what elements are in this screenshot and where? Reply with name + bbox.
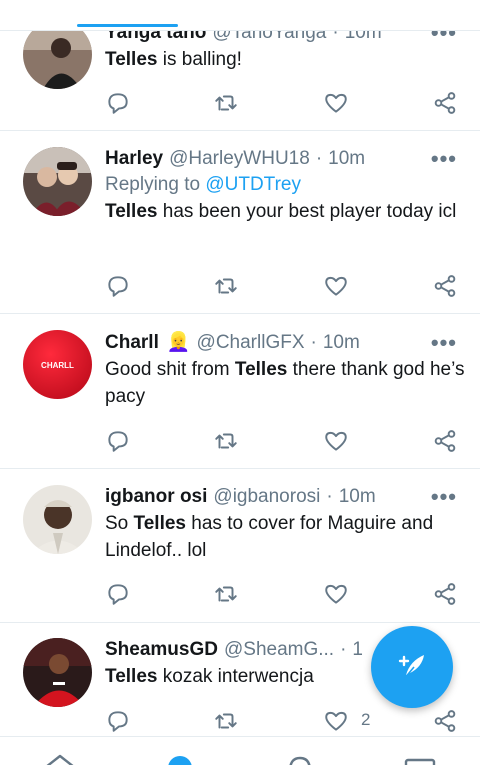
author-name[interactable]: Charll: [105, 330, 159, 356]
author-name[interactable]: SheamusGD: [105, 637, 218, 663]
compose-button[interactable]: [371, 626, 453, 708]
share-icon[interactable]: [432, 581, 460, 609]
heart-icon[interactable]: [323, 273, 351, 301]
more-dots-icon[interactable]: •••: [431, 330, 457, 356]
bottom-nav: [0, 736, 480, 765]
author-name[interactable]: igbanor osi: [105, 484, 207, 510]
mention-link[interactable]: @UTDTrey: [205, 174, 301, 195]
replying-to: Replying to @UTDTrey: [105, 174, 301, 195]
retweet-icon[interactable]: [213, 428, 241, 456]
retweet-icon[interactable]: [213, 90, 241, 118]
tweet-header: igbanor osi @igbanorosi · 10m: [105, 484, 465, 510]
messages-icon[interactable]: [403, 753, 437, 765]
tweet-actions: [105, 90, 465, 118]
reply-icon[interactable]: [105, 708, 133, 736]
tweet[interactable]: CHARLL Charll 👱‍♀️ @CharllGFX · 10m Good…: [0, 314, 480, 469]
author-emoji: 👱‍♀️: [166, 332, 191, 353]
active-tab-indicator: [77, 24, 178, 27]
tweet-text: Telles has been your best player today i…: [105, 201, 457, 222]
author-handle[interactable]: @SheamG...: [224, 637, 334, 663]
notifications-icon[interactable]: [283, 753, 317, 765]
retweet-icon[interactable]: [213, 273, 241, 301]
reply-icon[interactable]: [105, 428, 133, 456]
retweet-icon[interactable]: [213, 581, 241, 609]
tweet-text: Good shit from Telles there thank god he…: [105, 359, 465, 407]
top-tab-bar: [0, 0, 480, 31]
timestamp[interactable]: 10m: [339, 484, 376, 510]
home-icon[interactable]: [43, 753, 77, 765]
avatar-label: CHARLL: [41, 361, 74, 370]
search-icon[interactable]: [163, 753, 197, 765]
timestamp[interactable]: 1: [352, 637, 363, 663]
reply-icon[interactable]: [105, 581, 133, 609]
avatar[interactable]: [23, 638, 92, 707]
avatar[interactable]: [23, 485, 92, 554]
share-icon[interactable]: [432, 428, 460, 456]
share-icon[interactable]: [432, 708, 460, 736]
tweet-actions: 2: [105, 708, 465, 736]
heart-icon[interactable]: [323, 581, 351, 609]
separator: ·: [310, 332, 317, 353]
retweet-icon[interactable]: [213, 708, 241, 736]
more-dots-icon[interactable]: •••: [431, 146, 457, 172]
like-count: 2: [361, 710, 371, 729]
separator: ·: [315, 148, 323, 169]
author-handle[interactable]: @HarleyWHU18: [169, 146, 310, 172]
tweet-text: Telles kozak interwencja: [105, 666, 314, 687]
share-icon[interactable]: [432, 273, 460, 301]
tweet-text: So Telles has to cover for Maguire and L…: [105, 513, 434, 561]
tweet-actions: [105, 428, 465, 456]
tweet-text: Telles is balling!: [105, 49, 242, 70]
tweet-actions: [105, 273, 465, 301]
reply-icon[interactable]: [105, 273, 133, 301]
author-name[interactable]: Harley: [105, 146, 163, 172]
avatar[interactable]: CHARLL: [23, 330, 92, 399]
heart-icon[interactable]: [323, 708, 351, 736]
timestamp[interactable]: 10m: [323, 330, 360, 356]
tweet[interactable]: igbanor osi @igbanorosi · 10m So Telles …: [0, 469, 480, 623]
tweet-actions: [105, 581, 465, 609]
separator: ·: [340, 639, 347, 660]
author-handle[interactable]: @CharllGFX: [197, 330, 305, 356]
tweet-header: Charll 👱‍♀️ @CharllGFX · 10m: [105, 330, 465, 356]
heart-icon[interactable]: [323, 428, 351, 456]
heart-icon[interactable]: [323, 90, 351, 118]
avatar[interactable]: [23, 147, 92, 216]
separator: ·: [326, 486, 333, 507]
author-handle[interactable]: @igbanorosi: [213, 484, 320, 510]
tweet-header: Harley @HarleyWHU18 · 10m: [105, 146, 465, 172]
share-icon[interactable]: [432, 90, 460, 118]
reply-icon[interactable]: [105, 90, 133, 118]
compose-feather-icon: [398, 655, 424, 680]
timestamp[interactable]: 10m: [328, 146, 365, 172]
tweet-header: SheamusGD @SheamG... · 1: [105, 637, 367, 663]
tweet[interactable]: Harley @HarleyWHU18 · 10m Replying to @U…: [0, 131, 480, 314]
more-dots-icon[interactable]: •••: [431, 484, 457, 510]
